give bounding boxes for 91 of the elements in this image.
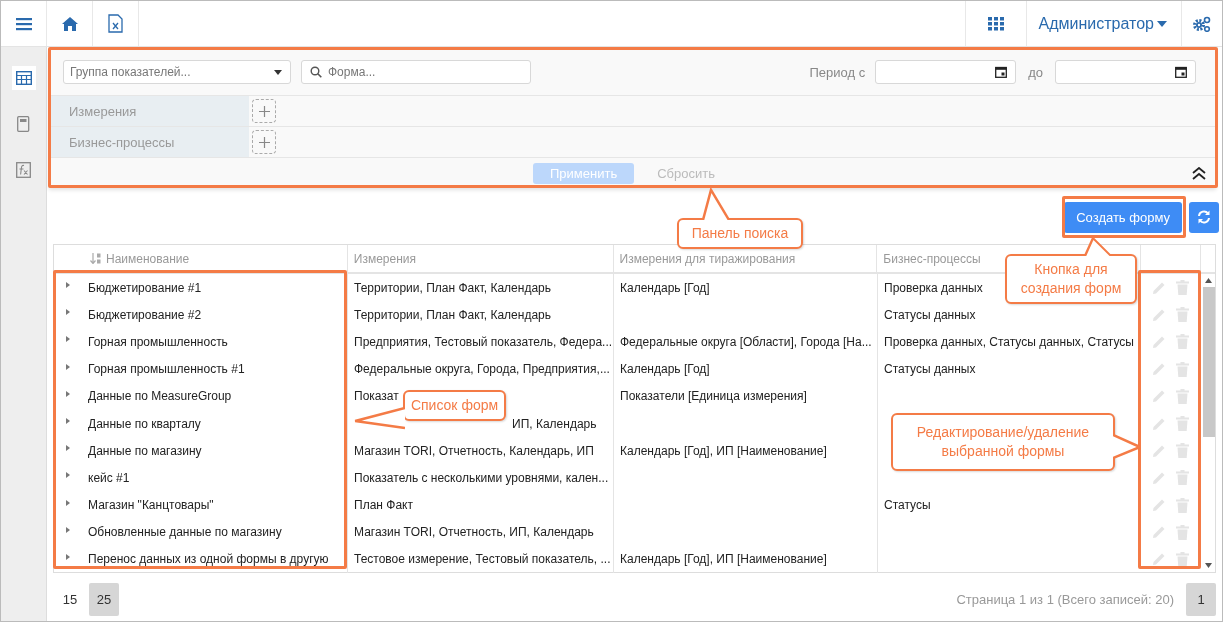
table-cell: Показатель с несколькими уровнями, кален... bbox=[354, 470, 609, 485]
callout-text: Панель поиска bbox=[691, 224, 789, 243]
scroll-down-icon[interactable] bbox=[1205, 563, 1212, 568]
column-header[interactable]: Измерения bbox=[347, 245, 614, 272]
callout-text: Список форм bbox=[410, 396, 499, 415]
table-cell: Предприятия, Тестовый показатель, Федера... bbox=[354, 334, 613, 349]
formula-icon bbox=[16, 162, 31, 178]
expand-icon[interactable] bbox=[66, 363, 70, 370]
table-cell: Территории, План Факт, Календарь bbox=[354, 280, 551, 295]
date-to-field[interactable] bbox=[1055, 60, 1196, 84]
expand-icon[interactable] bbox=[66, 282, 70, 288]
page-summary: Страница 1 из 1 (Всего записей: 20) bbox=[956, 591, 1174, 607]
sort-icon bbox=[90, 253, 101, 264]
table-cell: Календарь [Год], ИП [Наименование] bbox=[620, 552, 827, 567]
callout-text: Редактирование/удаление выбранной формы bbox=[915, 423, 1091, 461]
table-cell: Календарь [Год] bbox=[620, 362, 710, 377]
calendar-icon bbox=[995, 66, 1008, 78]
expand-icon[interactable] bbox=[66, 472, 70, 479]
user-menu[interactable]: Администратор bbox=[1026, 1, 1182, 46]
expand-icon[interactable] bbox=[66, 526, 70, 533]
page-size-option[interactable]: 25 bbox=[89, 582, 119, 616]
expand-icon[interactable] bbox=[66, 553, 70, 560]
expand-icon[interactable] bbox=[66, 309, 70, 316]
add-button[interactable] bbox=[252, 99, 276, 123]
table-cell: Календарь [Год] bbox=[620, 280, 710, 295]
home-icon bbox=[61, 16, 78, 31]
scroll-up-icon[interactable] bbox=[1205, 278, 1212, 283]
spreadsheet-icon bbox=[108, 14, 123, 33]
expand-icon[interactable] bbox=[66, 445, 70, 452]
table-cell: Показатели [Единица измерения] bbox=[620, 389, 807, 404]
search-field[interactable]: Форма... bbox=[301, 60, 531, 84]
table-cell: кейс #1 bbox=[88, 470, 130, 485]
edit-icon[interactable] bbox=[1152, 552, 1166, 567]
table-cell: Статусы данных bbox=[884, 362, 976, 377]
search-icon bbox=[310, 66, 322, 78]
document-icon bbox=[17, 116, 30, 132]
table-cell: Проверка данных, Статусы данных, Статусы bbox=[884, 334, 1134, 349]
table-cell: Бюджетирование #1 bbox=[88, 280, 202, 295]
table-cell: Календарь [Год], ИП [Наименование] bbox=[620, 443, 827, 458]
caret-icon bbox=[274, 69, 282, 75]
page-button[interactable]: 1 bbox=[1186, 582, 1216, 616]
filter-label: Измерения bbox=[49, 96, 249, 126]
table-nav-item[interactable] bbox=[11, 66, 36, 90]
column-header[interactable]: Наименование bbox=[54, 245, 348, 272]
table-cell: Перенос данных из одной формы в другую bbox=[88, 552, 329, 567]
expand-icon[interactable] bbox=[66, 499, 70, 506]
table-cell: Тестовое измерение, Тестовый показатель, ... bbox=[354, 552, 611, 567]
table-cell: Территории, План Факт, Календарь bbox=[354, 307, 551, 322]
filter-label: Бизнес-процессы bbox=[49, 127, 249, 157]
table-cell: Магазин TORI, Отчетность, Календарь, ИП bbox=[354, 443, 594, 458]
create-form-button[interactable]: Создать форму bbox=[1064, 201, 1182, 233]
table-cell: Данные по кварталу bbox=[88, 416, 201, 431]
table-cell: Проверка данных bbox=[884, 280, 983, 295]
table-cell: Магазин "Канцтовары" bbox=[88, 498, 214, 513]
table-cell: Статусы bbox=[884, 498, 931, 513]
delete-icon[interactable] bbox=[1176, 551, 1189, 567]
table-cell: Бюджетирование #2 bbox=[88, 307, 202, 322]
expand-icon[interactable] bbox=[66, 417, 70, 424]
caret-icon bbox=[1157, 20, 1167, 27]
refresh-icon bbox=[1197, 210, 1211, 224]
table-cell: Горная промышленность #1 bbox=[88, 362, 245, 377]
table-icon bbox=[15, 71, 32, 85]
table-cell: ИП, Календарь bbox=[512, 416, 597, 431]
table-cell: Федеральные округа [Области], Города [На... bbox=[620, 334, 872, 349]
group-select[interactable]: Группа показателей... bbox=[63, 60, 291, 84]
table-cell: Данные по MeasureGroup bbox=[88, 389, 232, 404]
plus-icon bbox=[258, 105, 270, 117]
table-cell: Магазин TORI, Отчетность, ИП, Календарь bbox=[354, 525, 594, 540]
callout-text: Кнопка для создания форм bbox=[1019, 260, 1123, 298]
period-to-label: до bbox=[1028, 64, 1043, 80]
expand-icon[interactable] bbox=[66, 336, 70, 343]
plus-icon bbox=[258, 136, 270, 148]
period-from-label: Период с bbox=[809, 64, 866, 80]
expand-icon[interactable] bbox=[66, 390, 70, 397]
table-cell: План Факт bbox=[354, 498, 413, 513]
table-cell: Федеральные округа, Города, Предприятия,... bbox=[354, 362, 610, 377]
date-from-field[interactable] bbox=[875, 60, 1017, 84]
calendar-icon bbox=[1175, 66, 1187, 78]
settings-icon bbox=[1193, 15, 1211, 32]
menu-icon bbox=[15, 16, 32, 31]
page-size-option[interactable]: 15 bbox=[55, 582, 85, 616]
table-cell: Статусы данных bbox=[884, 307, 976, 322]
table-cell: Данные по магазину bbox=[88, 443, 202, 458]
add-button[interactable] bbox=[252, 130, 276, 154]
apps-grid-icon bbox=[987, 16, 1004, 31]
table-cell: Горная промышленность bbox=[88, 334, 228, 349]
apps-button[interactable] bbox=[964, 1, 1027, 46]
table-cell: Показат bbox=[354, 389, 399, 404]
refresh-button[interactable] bbox=[1189, 201, 1219, 233]
table-cell: Обновленные данные по магазину bbox=[88, 525, 282, 540]
collapse-icon[interactable] bbox=[1192, 167, 1206, 180]
